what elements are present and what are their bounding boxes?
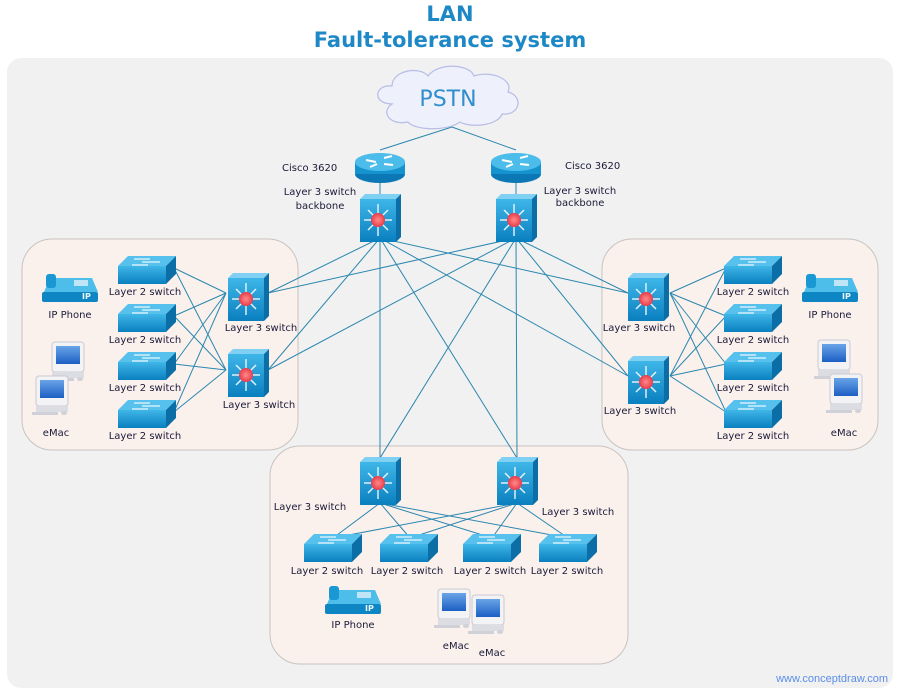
left-l2-label-3: Layer 2 switch <box>109 383 182 394</box>
bottom-l2-label-4: Layer 2 switch <box>531 566 604 577</box>
bottom-l3-switch-icon-2[interactable] <box>496 456 539 506</box>
bottom-l2-switch-icon-4[interactable] <box>538 533 598 563</box>
router-left-label: Cisco 3620 <box>282 163 337 174</box>
left-l2-switch-icon-1[interactable] <box>117 255 177 285</box>
bottom-emac-label-2: eMac <box>479 648 505 659</box>
pstn-cloud[interactable]: PSTN <box>377 65 519 130</box>
right-l2-label-4: Layer 2 switch <box>717 431 790 442</box>
right-l2-label-3: Layer 2 switch <box>717 383 790 394</box>
network-diagram: IP PSTN Cisco 3620 Cisco 3620 Layer 3 sw… <box>21 65 879 665</box>
bottom-l2-switch-icon-3[interactable] <box>462 533 522 563</box>
bottom-emac-icon-1[interactable] <box>433 588 471 629</box>
left-emac-icon-2[interactable] <box>31 375 69 416</box>
bottom-l3-label-1: Layer 3 switch <box>274 502 347 513</box>
left-l2-switch-icon-4[interactable] <box>117 399 177 429</box>
router-icon-left[interactable] <box>354 152 406 184</box>
left-l3-switch-icon-2[interactable] <box>227 348 270 398</box>
right-emac-icon-1[interactable] <box>813 339 851 380</box>
left-l2-label-2: Layer 2 switch <box>109 335 182 346</box>
left-l3-label-1: Layer 3 switch <box>225 323 298 334</box>
pstn-label: PSTN <box>419 87 476 112</box>
router-right-label: Cisco 3620 <box>565 161 620 172</box>
bottom-ip-phone-label: IP Phone <box>331 620 374 631</box>
left-l2-switch-icon-2[interactable] <box>117 303 177 333</box>
bottom-l2-label-2: Layer 2 switch <box>371 566 444 577</box>
left-l3-switch-icon-1[interactable] <box>227 272 270 322</box>
left-emac-icon-1[interactable] <box>47 341 85 382</box>
backbone-right-label-2: backbone <box>556 198 605 209</box>
left-l2-label-1: Layer 2 switch <box>109 287 182 298</box>
right-l2-switch-icon-4[interactable] <box>723 399 783 429</box>
left-emac-label: eMac <box>43 428 69 439</box>
right-l3-switch-icon-2[interactable] <box>627 355 670 405</box>
backbone-switch-icon-left[interactable] <box>359 193 402 243</box>
left-l3-label-2: Layer 3 switch <box>223 400 296 411</box>
right-l3-switch-icon-1[interactable] <box>627 272 670 322</box>
bottom-l2-label-3: Layer 2 switch <box>454 566 527 577</box>
bottom-l2-label-1: Layer 2 switch <box>291 566 364 577</box>
right-emac-label: eMac <box>831 428 857 439</box>
bottom-l3-switch-icon-1[interactable] <box>359 456 402 506</box>
watermark-link[interactable]: www.conceptdraw.com <box>776 673 888 685</box>
left-ip-phone-label: IP Phone <box>48 310 91 321</box>
bottom-l2-switch-icon-2[interactable] <box>379 533 439 563</box>
right-l2-label-2: Layer 2 switch <box>717 335 790 346</box>
backbone-left-label-2: backbone <box>296 201 345 212</box>
bottom-emac-icon-2[interactable] <box>467 594 505 635</box>
right-ip-phone-icon[interactable] <box>802 274 858 302</box>
right-l2-switch-icon-2[interactable] <box>723 303 783 333</box>
right-l2-switch-icon-3[interactable] <box>723 351 783 381</box>
left-l2-label-4: Layer 2 switch <box>109 431 182 442</box>
left-ip-phone-icon[interactable] <box>42 274 98 302</box>
bottom-l2-switch-icon-1[interactable] <box>303 533 363 563</box>
bottom-emac-label-1: eMac <box>443 641 469 652</box>
right-l2-label-1: Layer 2 switch <box>717 287 790 298</box>
right-l3-label-2: Layer 3 switch <box>604 406 677 417</box>
right-ip-phone-label: IP Phone <box>808 310 851 321</box>
right-emac-icon-2[interactable] <box>825 373 863 414</box>
right-l2-switch-icon-1[interactable] <box>723 255 783 285</box>
router-icon-right[interactable] <box>490 152 542 184</box>
right-l3-label-1: Layer 3 switch <box>603 323 676 334</box>
bottom-l3-label-2: Layer 3 switch <box>542 507 615 518</box>
backbone-right-label-1: Layer 3 switch <box>544 186 617 197</box>
backbone-switch-icon-right[interactable] <box>495 193 538 243</box>
bottom-ip-phone-icon[interactable] <box>325 586 381 614</box>
backbone-left-label-1: Layer 3 switch <box>284 187 357 198</box>
left-l2-switch-icon-3[interactable] <box>117 351 177 381</box>
